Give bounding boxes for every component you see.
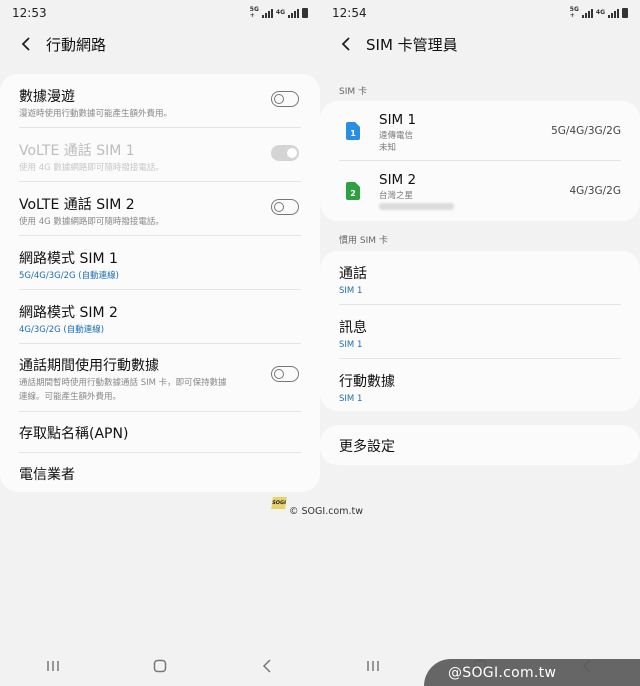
setting-title: 電信業者 xyxy=(19,467,75,483)
preferred-messages[interactable]: 訊息 SIM 1 xyxy=(339,305,621,359)
setting-network-mode-sim1[interactable]: 網路模式 SIM 1 5G/4G/3G/2G (自動連線) xyxy=(19,236,301,290)
preferred-value: SIM 1 xyxy=(339,286,363,296)
preferred-value: SIM 1 xyxy=(339,394,363,404)
preferred-value: SIM 1 xyxy=(339,340,363,350)
page-title: SIM 卡管理員 xyxy=(366,35,458,54)
setting-value: 5G/4G/3G/2G (自動連線) xyxy=(19,271,119,281)
sim-slot-number: 1 xyxy=(350,129,356,138)
setting-title: VoLTE 通話 SIM 2 xyxy=(19,197,135,213)
preferred-sim-card: 通話 SIM 1 訊息 SIM 1 行動數據 SIM 1 xyxy=(320,251,640,411)
setting-apn[interactable]: 存取點名稱(APN) xyxy=(19,412,301,453)
setting-carrier[interactable]: 電信業者 xyxy=(19,453,301,494)
setting-title: 網路模式 SIM 1 xyxy=(19,251,118,267)
status-time: 12:54 xyxy=(332,6,367,20)
setting-volte-sim1: VoLTE 通話 SIM 1 使用 4G 數據網路即可隨時撥接電話。 xyxy=(19,128,301,182)
signal-icon xyxy=(608,8,619,18)
battery-icon xyxy=(302,8,308,18)
battery-icon xyxy=(622,8,628,18)
status-time: 12:53 xyxy=(12,6,47,20)
5g-indicator-icon: 5G + xyxy=(569,6,579,19)
setting-description: 通話期間暫時使用行動數據通話 SIM 卡，即可保持數據 連線。可能產生額外費用。 xyxy=(19,376,301,404)
preferred-calls[interactable]: 通話 SIM 1 xyxy=(339,251,621,305)
more-settings[interactable]: 更多設定 xyxy=(339,425,621,465)
setting-title: 數據漫遊 xyxy=(19,89,75,105)
setting-description: 使用 4G 數據網路即可隨時撥接電話。 xyxy=(19,217,164,227)
watermark-small: SOGI © SOGI.com.tw xyxy=(271,497,363,517)
mobile-network-screen: 12:53 5G + 4G 行動網路 數據漫遊 漫遊時使用行動數據可能產生額外費用… xyxy=(0,0,320,686)
signal-icon xyxy=(288,8,299,18)
status-bar: 12:53 5G + 4G xyxy=(0,0,320,26)
recent-apps-icon[interactable] xyxy=(363,658,383,674)
setting-description: 漫遊時使用行動數據可能產生額外費用。 xyxy=(19,109,173,119)
setting-title: VoLTE 通話 SIM 1 xyxy=(19,143,135,159)
volte-sim2-toggle[interactable] xyxy=(271,199,299,215)
back-icon[interactable] xyxy=(257,658,277,674)
sim-carrier: 台灣之星 xyxy=(379,191,414,201)
preferred-mobile-data[interactable]: 行動數據 SIM 1 xyxy=(339,359,621,411)
setting-title: 通話期間使用行動數據 xyxy=(19,358,159,374)
sim-card-icon: 1 xyxy=(346,122,360,140)
setting-description: 使用 4G 數據網路即可隨時撥接電話。 xyxy=(19,163,164,173)
description-line: 連線。可能產生額外費用。 xyxy=(19,392,122,402)
status-icons: 5G + 4G xyxy=(570,7,628,19)
network-type-label: 4G xyxy=(595,9,605,16)
setting-network-mode-sim2[interactable]: 網路模式 SIM 2 4G/3G/2G (自動連線) xyxy=(19,290,301,344)
sim-name: SIM 1 xyxy=(379,112,417,128)
page-title: 行動網路 xyxy=(46,35,107,54)
preferred-title: 訊息 xyxy=(339,320,367,336)
nav-bar xyxy=(0,646,320,686)
setting-data-roaming[interactable]: 數據漫遊 漫遊時使用行動數據可能產生額外費用。 xyxy=(19,74,301,128)
setting-title: 存取點名稱(APN) xyxy=(19,426,129,442)
recent-apps-icon[interactable] xyxy=(43,658,63,674)
sim2-row[interactable]: 2 SIM 2 台灣之星 4G/3G/2G xyxy=(339,161,621,221)
volte-sim1-toggle xyxy=(271,145,299,161)
setting-value: 4G/3G/2G (自動連線) xyxy=(19,325,105,335)
sim-number: 未知 xyxy=(379,143,397,153)
more-settings-card[interactable]: 更多設定 xyxy=(320,425,640,465)
sim-card-manager-screen: 12:54 5G + 4G SIM 卡管理員 SIM 卡 1 SIM 1 遠傳電信… xyxy=(320,0,640,686)
5g-indicator-icon: 5G + xyxy=(249,6,259,19)
preferred-title: 通話 xyxy=(339,266,367,282)
data-roaming-toggle[interactable] xyxy=(271,91,299,107)
sim-carrier: 遠傳電信 xyxy=(379,131,414,141)
more-settings-label: 更多設定 xyxy=(339,439,395,455)
signal-icon xyxy=(261,8,273,18)
watermark-logo: SOGI xyxy=(271,497,287,509)
watermark-text: @SOGI.com.tw xyxy=(448,665,557,681)
data-during-calls-toggle[interactable] xyxy=(271,366,299,382)
header: 行動網路 xyxy=(0,28,320,60)
network-type-label: 4G xyxy=(275,9,285,16)
sim-list-card: 1 SIM 1 遠傳電信 未知 5G/4G/3G/2G 2 SIM 2 台灣之星… xyxy=(320,101,640,221)
settings-card: 數據漫遊 漫遊時使用行動數據可能產生額外費用。 VoLTE 通話 SIM 1 使… xyxy=(0,74,320,492)
setting-title: 網路模式 SIM 2 xyxy=(19,305,118,321)
status-icons: 5G + 4G xyxy=(250,7,308,19)
back-arrow-icon[interactable] xyxy=(18,35,36,53)
description-line: 通話期間暫時使用行動數據通話 SIM 卡，即可保持數據 xyxy=(19,378,227,388)
section-label-sim: SIM 卡 xyxy=(339,87,367,97)
sim-slot-number: 2 xyxy=(350,189,356,198)
watermark-small-text: © SOGI.com.tw xyxy=(289,505,364,517)
section-label-preferred-sim: 慣用 SIM 卡 xyxy=(339,236,388,246)
sim-card-icon: 2 xyxy=(346,182,360,200)
redacted-number xyxy=(379,203,454,210)
setting-volte-sim2[interactable]: VoLTE 通話 SIM 2 使用 4G 數據網路即可隨時撥接電話。 xyxy=(19,182,301,236)
sim1-row[interactable]: 1 SIM 1 遠傳電信 未知 5G/4G/3G/2G xyxy=(339,101,621,161)
header: SIM 卡管理員 xyxy=(320,28,640,60)
signal-icon xyxy=(581,8,593,18)
back-arrow-icon[interactable] xyxy=(338,35,356,53)
sim-network-mode: 5G/4G/3G/2G xyxy=(551,125,621,137)
preferred-title: 行動數據 xyxy=(339,374,395,390)
sim-network-mode: 4G/3G/2G xyxy=(569,185,621,197)
sim-name: SIM 2 xyxy=(379,172,417,188)
home-icon[interactable] xyxy=(150,658,170,674)
status-bar: 12:54 5G + 4G xyxy=(320,0,640,26)
setting-data-during-calls[interactable]: 通話期間使用行動數據 通話期間暫時使用行動數據通話 SIM 卡，即可保持數據 連… xyxy=(19,344,301,412)
